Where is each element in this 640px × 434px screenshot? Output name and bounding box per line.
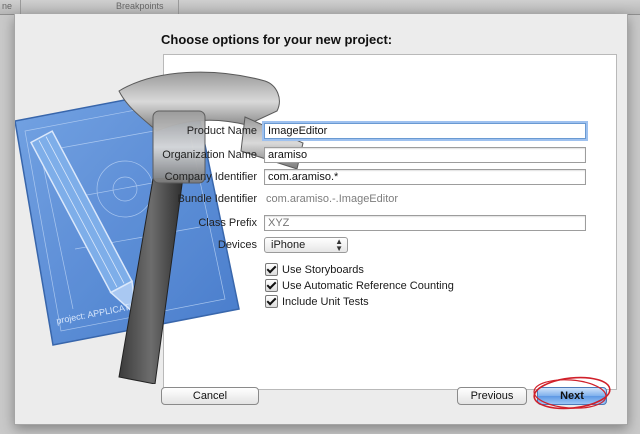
background-toolbar-text: ne — [2, 1, 13, 11]
previous-button[interactable]: Previous — [457, 387, 527, 405]
new-project-sheet: Choose options for your new project: pro… — [14, 14, 628, 425]
checkmark-icon — [265, 294, 278, 308]
class-prefix-field[interactable] — [264, 215, 586, 231]
include-unit-tests-checkbox[interactable]: Include Unit Tests — [265, 294, 369, 309]
toolbar-divider — [20, 0, 21, 14]
class-prefix-label: Class Prefix — [198, 217, 257, 229]
bundle-identifier-label: Bundle Identifier — [177, 193, 258, 205]
organization-name-field[interactable] — [264, 147, 586, 163]
use-arc-checkbox[interactable]: Use Automatic Reference Counting — [265, 278, 454, 293]
checkbox-label: Include Unit Tests — [282, 296, 369, 308]
organization-name-label: Organization Name — [162, 149, 257, 161]
popup-arrows-icon: ▲ ▼ — [335, 237, 343, 253]
toolbar-divider — [178, 0, 179, 14]
company-identifier-field[interactable] — [264, 169, 586, 185]
devices-popup[interactable]: iPhone ▲ ▼ — [264, 237, 348, 253]
product-name-field[interactable] — [264, 123, 586, 139]
devices-label: Devices — [217, 239, 257, 251]
blueprint-caption: project: APPLICATION APP — [55, 295, 165, 326]
use-storyboards-checkbox[interactable]: Use Storyboards — [265, 262, 364, 277]
checkbox-label: Use Automatic Reference Counting — [282, 280, 454, 292]
breakpoints-button[interactable]: Breakpoints — [116, 1, 164, 11]
next-button[interactable]: Next — [537, 387, 607, 405]
cancel-button[interactable]: Cancel — [161, 387, 259, 405]
sheet-heading: Choose options for your new project: — [161, 32, 393, 47]
background-toolbar: ne Breakpoints — [0, 0, 640, 15]
company-identifier-label: Company Identifier — [164, 171, 257, 183]
checkmark-icon — [265, 262, 278, 276]
devices-selected-value: iPhone — [271, 239, 306, 251]
checkmark-icon — [265, 278, 278, 292]
product-name-label: Product Name — [186, 125, 257, 137]
checkbox-label: Use Storyboards — [282, 264, 364, 276]
bundle-identifier-value: com.aramiso.-.ImageEditor — [266, 193, 399, 205]
